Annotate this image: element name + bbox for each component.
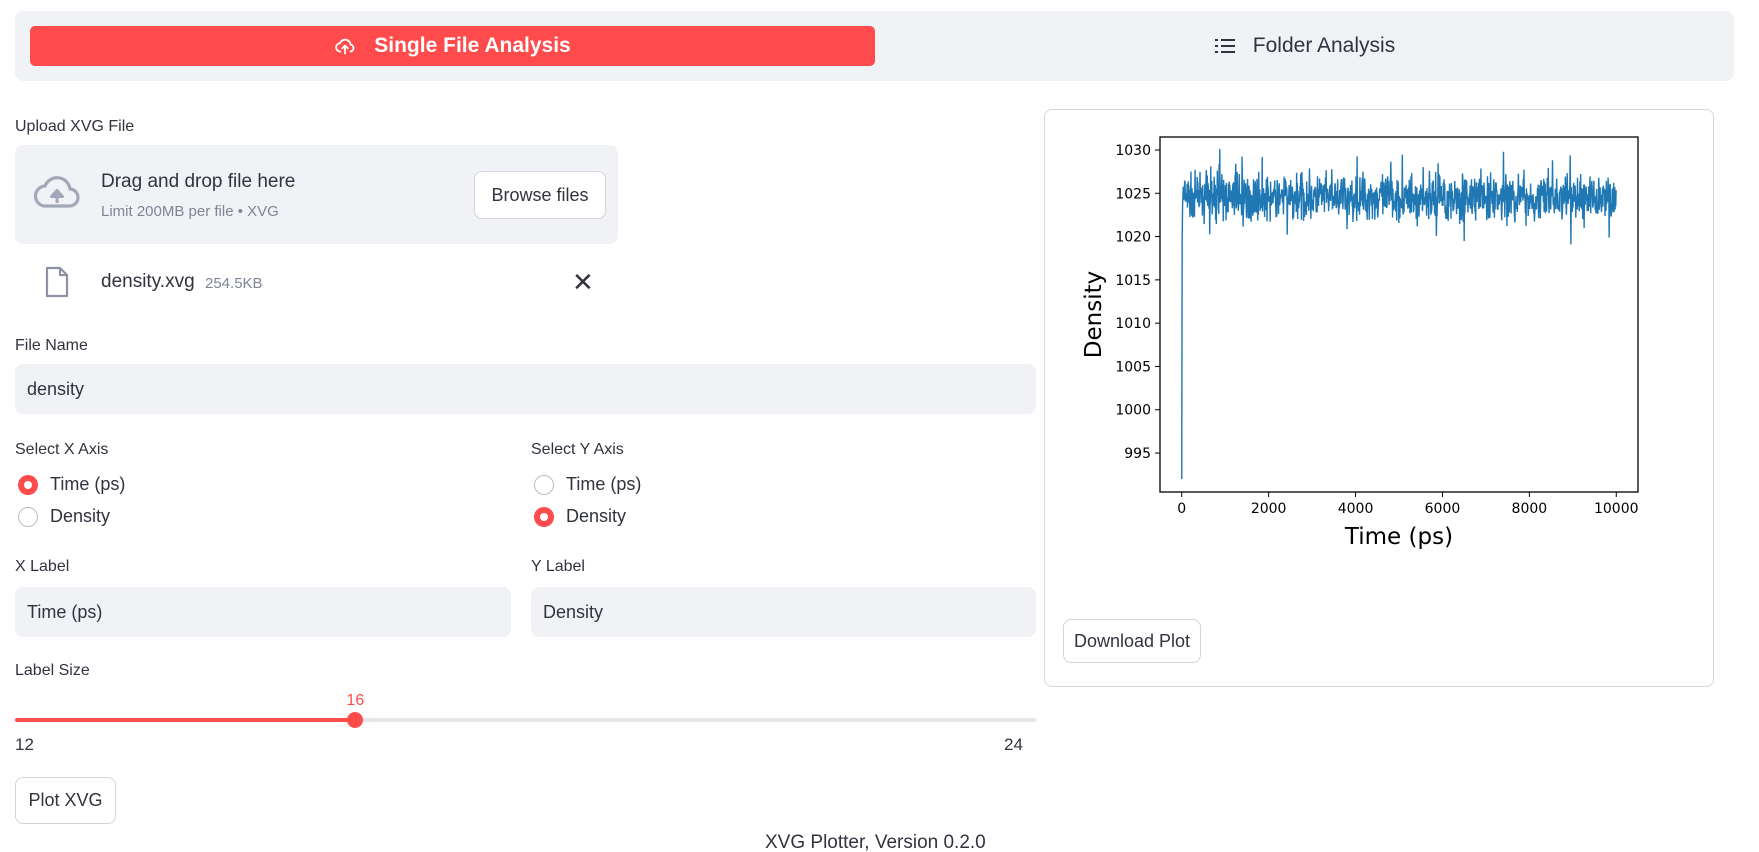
y-tick-label: 1015 xyxy=(1115,273,1151,289)
x-axis-select-label: Select X Axis xyxy=(15,441,109,458)
file-name-input[interactable]: density xyxy=(15,364,1036,414)
x-tick-label: 0 xyxy=(1177,501,1186,517)
radio-label: Density xyxy=(566,506,627,526)
x-tick-label: 4000 xyxy=(1338,501,1374,517)
y-tick-label: 1030 xyxy=(1115,143,1151,159)
dropzone-instructions: Drag and drop file here xyxy=(101,171,296,192)
x-tick-label: 8000 xyxy=(1512,501,1548,517)
y-axis-ticks: 995 1000 1005 1010 1015 1020 1025 1030 xyxy=(1115,143,1160,462)
x-tick-label: 10000 xyxy=(1594,501,1639,517)
slider-thumb[interactable] xyxy=(347,712,364,728)
cloud-upload-icon xyxy=(33,173,81,216)
y-label-input[interactable]: Density xyxy=(531,587,1036,637)
radio-button xyxy=(534,474,554,495)
version-footer: XVG Plotter, Version 0.2.0 xyxy=(765,832,986,852)
tab-folder-analysis[interactable]: Folder Analysis xyxy=(890,26,1720,66)
radio-button xyxy=(534,506,554,527)
radio-label: Density xyxy=(50,506,111,526)
x-axis-option-density[interactable]: Density xyxy=(18,506,110,527)
x-tick-label: 6000 xyxy=(1425,501,1461,517)
y-tick-label: 1025 xyxy=(1115,186,1151,202)
plot-xvg-button[interactable]: Plot XVG xyxy=(15,777,116,824)
y-axis-option-density[interactable]: Density xyxy=(534,506,626,527)
y-tick-label: 1010 xyxy=(1115,316,1151,332)
remove-file-close-icon[interactable]: ✕ xyxy=(572,269,594,295)
browse-files-button[interactable]: Browse files xyxy=(474,171,606,219)
tab-folder-label: Folder Analysis xyxy=(1252,34,1396,57)
slider-min-value: 12 xyxy=(15,735,34,754)
y-label-field-label: Y Label xyxy=(531,558,585,575)
radio-label: Time (ps) xyxy=(566,474,642,494)
y-tick-label: 995 xyxy=(1124,446,1151,462)
tab-single-file-label: Single File Analysis xyxy=(374,34,571,57)
y-axis-option-time[interactable]: Time (ps) xyxy=(534,474,641,495)
slider-max-value: 24 xyxy=(1004,735,1023,754)
label-size-label: Label Size xyxy=(15,662,90,679)
file-name-label: File Name xyxy=(15,337,88,354)
density-series-line xyxy=(1181,149,1617,480)
uploaded-file-size: 254.5KB xyxy=(205,275,263,292)
y-tick-label: 1000 xyxy=(1115,403,1151,419)
x-axis-label: Time (ps) xyxy=(1344,524,1453,550)
y-tick-label: 1020 xyxy=(1115,230,1151,246)
label-size-slider[interactable] xyxy=(15,712,1036,728)
y-tick-label: 1005 xyxy=(1115,359,1151,375)
uploaded-file-name: density.xvg xyxy=(101,271,195,292)
file-icon xyxy=(44,266,70,303)
y-axis-label: Density xyxy=(1081,271,1107,358)
x-tick-label: 2000 xyxy=(1251,501,1287,517)
cloud-upload-icon xyxy=(334,35,356,57)
upload-label: Upload XVG File xyxy=(15,118,135,135)
radio-label: Time (ps) xyxy=(50,474,126,494)
plot-panel: 0 2000 4000 6000 8000 10000 995 1000 1005 1010 10… xyxy=(1044,109,1714,687)
slider-current-value: 16 xyxy=(346,692,365,709)
x-label-input[interactable]: Time (ps) xyxy=(15,587,511,637)
tab-single-file-analysis[interactable]: Single File Analysis xyxy=(30,26,875,66)
download-plot-button[interactable]: Download Plot xyxy=(1063,619,1201,663)
analysis-tab-bar: Single File Analysis Folder Analysis xyxy=(15,11,1734,81)
radio-button xyxy=(18,474,38,495)
slider-fill xyxy=(15,718,356,722)
dropzone-limit: Limit 200MB per file • XVG xyxy=(101,203,279,220)
density-chart: 0 2000 4000 6000 8000 10000 995 1000 1005 1010 10… xyxy=(1081,136,1639,550)
x-label-field-label: X Label xyxy=(15,558,70,575)
y-axis-select-label: Select Y Axis xyxy=(531,441,624,458)
list-icon xyxy=(1214,37,1235,55)
x-axis-option-time[interactable]: Time (ps) xyxy=(18,474,125,495)
radio-button xyxy=(18,506,38,527)
file-dropzone[interactable]: Drag and drop file here Limit 200MB per … xyxy=(15,145,618,244)
x-axis-ticks: 0 2000 4000 6000 8000 10000 xyxy=(1177,492,1639,517)
